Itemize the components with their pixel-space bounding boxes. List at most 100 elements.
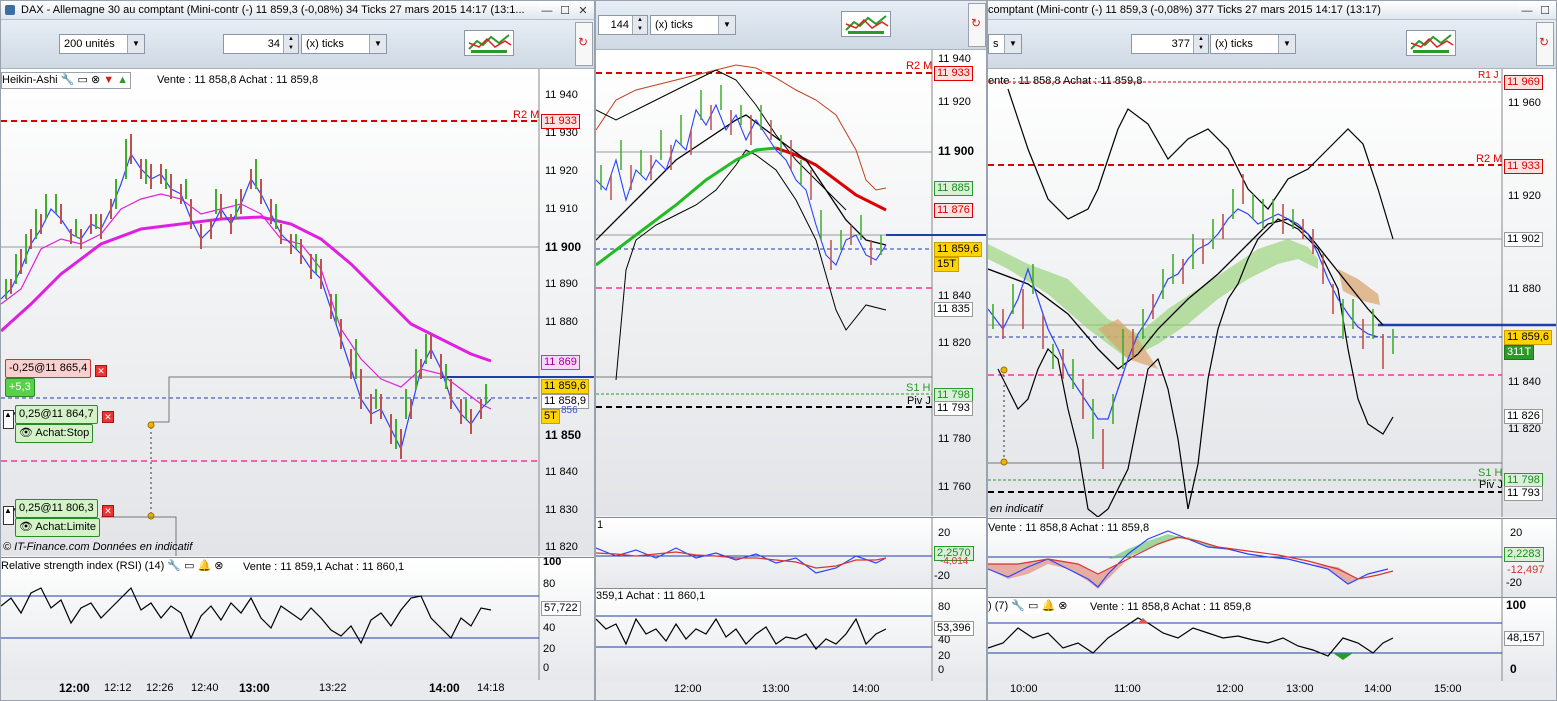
r1-price-box: 11 969 — [1504, 75, 1543, 90]
indicators-button[interactable] — [1406, 30, 1456, 56]
rsi-value-box: 53,396 — [934, 621, 974, 636]
rsi-tick: 0 — [543, 662, 550, 674]
position-order[interactable]: -0,25@11 865,4 — [5, 359, 92, 378]
chevron-down-icon: ▼ — [1004, 35, 1021, 53]
chart-window-1: DAX - Allemagne 30 au comptant (Mini-con… — [0, 0, 595, 701]
x-axis-2: 12:00 13:00 14:00 — [596, 681, 986, 700]
price-chart-2[interactable]: 11 940 11 920 11 900 11 840 11 820 11 78… — [596, 50, 986, 516]
macd-tick: -20 — [1506, 577, 1522, 589]
rsi-tick: 20 — [938, 650, 951, 662]
window-3-title: comptant (Mini-contr (-) 11 859,3 (-0,08… — [988, 4, 1381, 16]
units-select[interactable]: s ▼ — [988, 34, 1022, 54]
lower-band — [615, 149, 887, 381]
macd-value2: -12,497 — [1507, 564, 1545, 576]
last-price-box: 11 859,6 — [934, 242, 983, 257]
limit-order-type[interactable]: 👁 Achat:Limite — [15, 518, 100, 537]
window-1-titlebar[interactable]: DAX - Allemagne 30 au comptant (Mini-con… — [1, 1, 594, 20]
green-price-box: 11 885 — [934, 181, 973, 196]
price-chart-1[interactable]: Heikin-Ashi 🔧 ▭ ⊗ ▼ ▲ Vente : 11 858,8 A… — [1, 69, 594, 556]
indicators-button[interactable] — [841, 11, 891, 37]
rsi-plot-2 — [596, 589, 933, 681]
bollinger-lower — [997, 218, 1394, 517]
spinner-icon[interactable]: ▲ ▼ — [632, 16, 647, 34]
close-order-icon[interactable]: ✕ — [95, 365, 107, 377]
window-3-toolbar: s ▼ 377 ▲ ▼ (x) ticks ▼ ↻ — [988, 20, 1556, 69]
ticks-count-input[interactable]: 144 ▲ ▼ — [598, 15, 648, 35]
ma-price-box: 11 869 — [541, 355, 580, 370]
side-panel-toggle[interactable]: ↻ — [1536, 22, 1554, 66]
price-plot-1 — [1, 69, 594, 556]
rsi-tick: 80 — [938, 601, 951, 613]
red-price-box: 11 876 — [934, 203, 973, 218]
drag-handle-icon[interactable]: ▲▼ — [3, 506, 20, 525]
ticks-select[interactable]: (x) ticks ▼ — [650, 15, 736, 35]
chart-indicator-icon — [468, 34, 512, 53]
limit-order[interactable]: 0,25@11 806,3 — [15, 499, 98, 518]
rsi-panel-3[interactable]: ) (7) 🔧 ▭ 🔔 ⊗ Vente : 11 858,8 Achat : 1… — [988, 597, 1556, 681]
rsi-plot-3 — [988, 598, 1503, 681]
window-3-titlebar[interactable]: comptant (Mini-contr (-) 11 859,3 (-0,08… — [988, 1, 1556, 20]
drag-handle-icon[interactable]: ▲▼ — [3, 410, 20, 429]
chevron-down-icon: ▼ — [718, 16, 735, 34]
window-1-toolbar: 200 unités ▼ 34 ▲ ▼ (x) ticks ▼ ↻ — [1, 20, 594, 69]
r2-label: R2 M — [1476, 153, 1503, 165]
macd-value-box: 2,2283 — [1504, 547, 1544, 562]
app-icon — [5, 5, 15, 15]
tick-count-box: 311T — [1504, 345, 1535, 360]
rsi-value-box: 48,157 — [1504, 631, 1544, 646]
stop-order-type[interactable]: 👁 Achat:Stop — [15, 424, 94, 443]
ma-green — [596, 146, 777, 267]
pivot-price-box: 11 793 — [1504, 486, 1543, 501]
chevron-down-icon: ▼ — [1278, 35, 1295, 53]
rsi-panel-1[interactable]: Relative strength index (RSI) (14) 🔧 ▭ 🔔… — [1, 556, 594, 680]
macd-panel-3[interactable]: Vente : 11 858,8 Achat : 11 859,8 20 -20… — [988, 518, 1556, 597]
maximize-icon[interactable]: ☐ — [556, 4, 574, 19]
ticks-count-input[interactable]: 34 ▲ ▼ — [223, 34, 299, 54]
close-order-icon[interactable]: ✕ — [102, 505, 114, 517]
chart-indicator-icon — [1410, 34, 1454, 53]
minimize-icon[interactable]: — — [1518, 4, 1536, 19]
units-select[interactable]: 200 unités ▼ — [59, 34, 145, 54]
rsi-tick: 20 — [543, 643, 556, 655]
r2-price-box: 11 933 — [541, 114, 580, 129]
rsi-tick: 80 — [543, 578, 556, 590]
spinner-icon[interactable]: ▲ ▼ — [283, 35, 298, 53]
side-panel-toggle[interactable]: ↻ — [575, 22, 593, 66]
eye-icon: 👁 — [19, 427, 33, 439]
ticks-select[interactable]: (x) ticks ▼ — [1210, 34, 1296, 54]
indicators-button[interactable] — [464, 30, 514, 56]
close-icon[interactable]: ✕ — [574, 4, 592, 19]
arrow-icon: ↻ — [1539, 35, 1550, 49]
low-price-box: 11 826 — [1504, 409, 1543, 424]
chevron-down-icon: ▼ — [369, 35, 386, 53]
ticks-count-input[interactable]: 377 ▲ ▼ — [1131, 34, 1209, 54]
maximize-icon[interactable]: ☐ — [1536, 4, 1554, 19]
macd-plot-3 — [988, 519, 1503, 597]
r2-label: R2 M — [906, 60, 933, 72]
macd-small-label: 1 — [597, 519, 604, 531]
last-price-box: 11 859,6 — [1504, 330, 1553, 345]
side-panel-toggle[interactable]: ↻ — [968, 3, 986, 47]
arrow-icon: ↻ — [971, 16, 982, 30]
price-chart-3[interactable]: ente : 11 858,8 Achat : 11 859,8 11 960 … — [988, 69, 1556, 517]
close-order-icon[interactable]: ✕ — [102, 411, 114, 423]
blue-small-label: 856 — [561, 405, 578, 416]
ma-black — [596, 114, 887, 246]
x-axis-3: 10:00 11:00 12:00 13:00 14:00 15:00 — [988, 681, 1556, 700]
eye-icon: 👁 — [19, 521, 33, 533]
rsi-tick: 100 — [543, 556, 562, 568]
stop-order[interactable]: 0,25@11 864,7 — [15, 405, 98, 424]
spinner-icon[interactable]: ▲ ▼ — [1193, 35, 1208, 53]
indicatif-note: en indicatif — [990, 503, 1043, 515]
macd-value2: -4,014 — [940, 556, 969, 567]
last-price-box: 11 859,6 — [541, 379, 590, 394]
minimize-icon[interactable]: — — [538, 4, 556, 19]
rsi-panel-2[interactable]: 359,1 Achat : 11 860,1 80 40 20 0 53,396 — [596, 588, 986, 681]
ticks-select[interactable]: (x) ticks ▼ — [301, 34, 387, 54]
rsi-value-box: 57,722 — [541, 601, 581, 616]
rsi-tick: 40 — [543, 622, 556, 634]
macd-panel-2[interactable]: 1 20 -20 2,2570 -4,014 — [596, 517, 986, 588]
ma-red — [775, 146, 887, 212]
price-plot-3 — [988, 69, 1556, 517]
chart-window-2: 144 ▲ ▼ (x) ticks ▼ ↻ 11 940 11 920 11 9… — [595, 0, 987, 701]
